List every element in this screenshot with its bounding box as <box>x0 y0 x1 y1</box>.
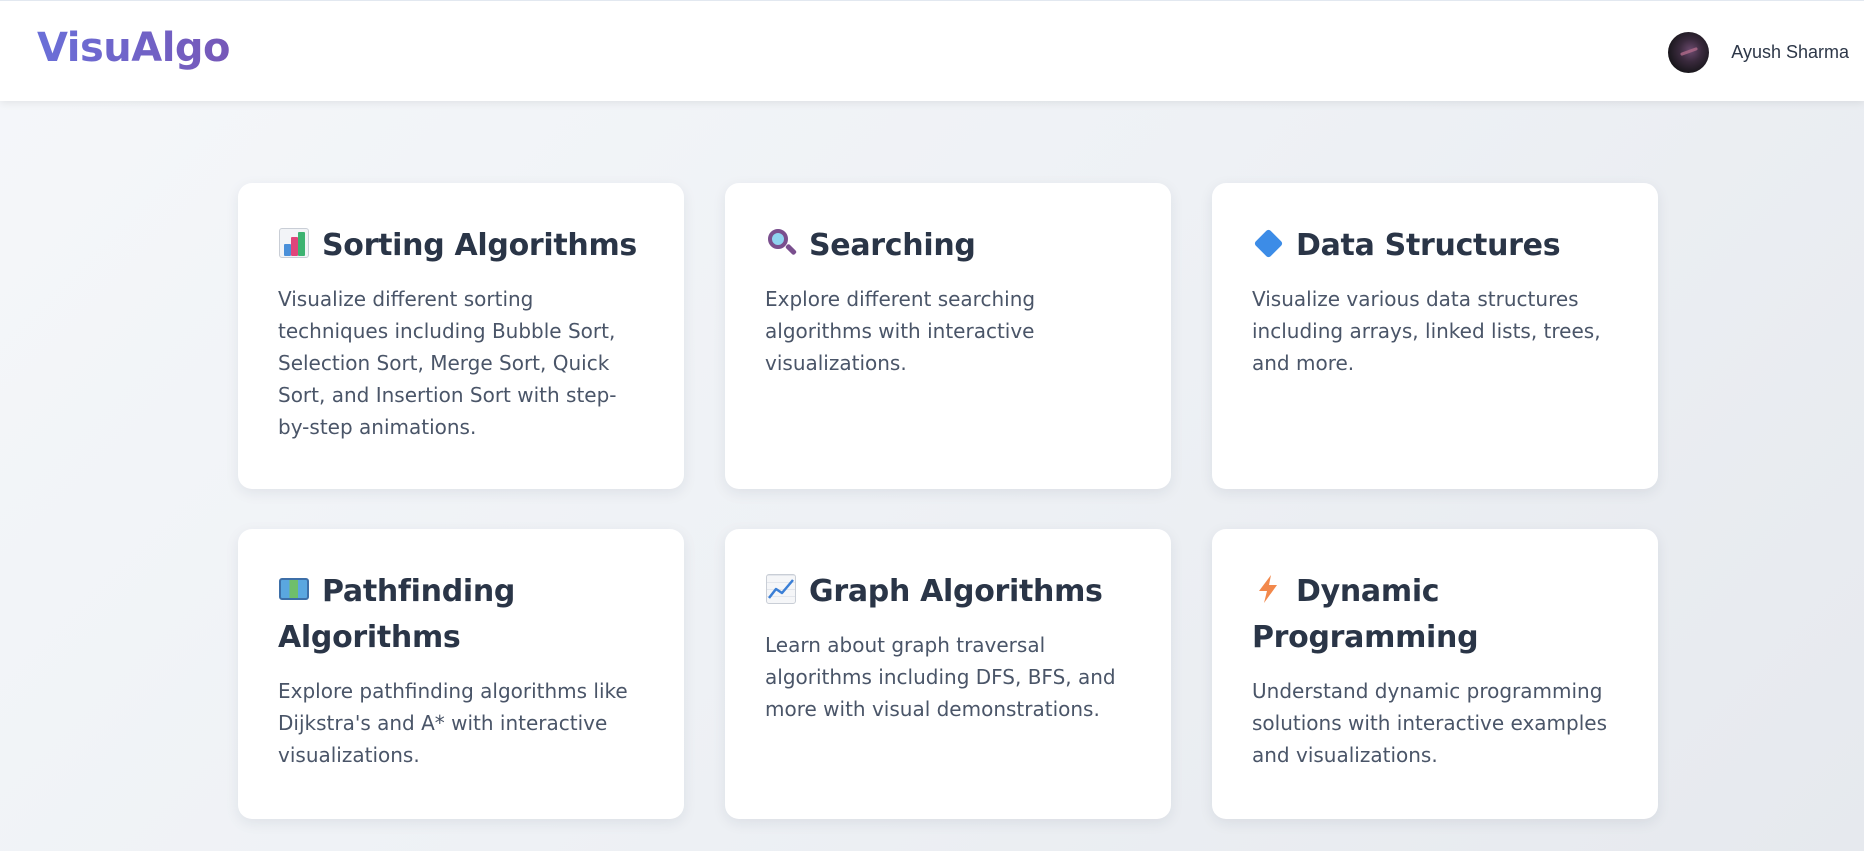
card-data-structures[interactable]: Data Structures Visualize various data s… <box>1212 183 1658 489</box>
card-description: Visualize various data structures includ… <box>1252 287 1601 375</box>
card-description: Learn about graph traversal algorithms i… <box>765 633 1116 721</box>
card-description: Understand dynamic programming solutions… <box>1252 679 1608 767</box>
blue-diamond-icon <box>1252 227 1284 259</box>
user-avatar[interactable] <box>1668 31 1710 73</box>
magnifying-glass-icon <box>765 227 798 259</box>
card-graph-algorithms[interactable]: Graph Algorithms Learn about graph trave… <box>725 529 1171 819</box>
line-chart-icon <box>765 573 797 605</box>
world-map-icon <box>278 573 310 605</box>
user-profile[interactable]: Ayush Sharma <box>1668 31 1849 73</box>
card-title: Dynamic Programming <box>1252 573 1479 655</box>
card-sorting-algorithms[interactable]: Sorting Algorithms Visualize different s… <box>238 183 684 489</box>
bar-chart-icon <box>278 227 310 259</box>
card-description: Explore pathfinding algorithms like Dijk… <box>278 679 628 767</box>
card-dynamic-programming[interactable]: Dynamic Programming Understand dynamic p… <box>1212 529 1658 819</box>
card-description: Visualize different sorting techniques i… <box>278 287 617 439</box>
card-title: Searching <box>765 223 1131 269</box>
lightning-bolt-icon <box>1252 573 1284 605</box>
card-title: Pathfinding Algorithms <box>278 573 516 655</box>
card-searching[interactable]: Searching Explore different searching al… <box>725 183 1171 489</box>
card-pathfinding-algorithms[interactable]: Pathfinding Algorithms Explore pathfindi… <box>238 529 684 819</box>
user-name[interactable]: Ayush Sharma <box>1731 42 1849 63</box>
algorithm-card-grid: Sorting Algorithms Visualize different s… <box>238 183 1658 823</box>
card-description: Explore different searching algorithms w… <box>765 287 1036 375</box>
card-title: Sorting Algorithms <box>278 223 644 269</box>
top-navbar: VisuAlgo Ayush Sharma <box>0 0 1864 101</box>
app-logo[interactable]: VisuAlgo <box>37 25 231 71</box>
card-title: Graph Algorithms <box>765 569 1131 615</box>
card-title: Data Structures <box>1252 223 1618 269</box>
